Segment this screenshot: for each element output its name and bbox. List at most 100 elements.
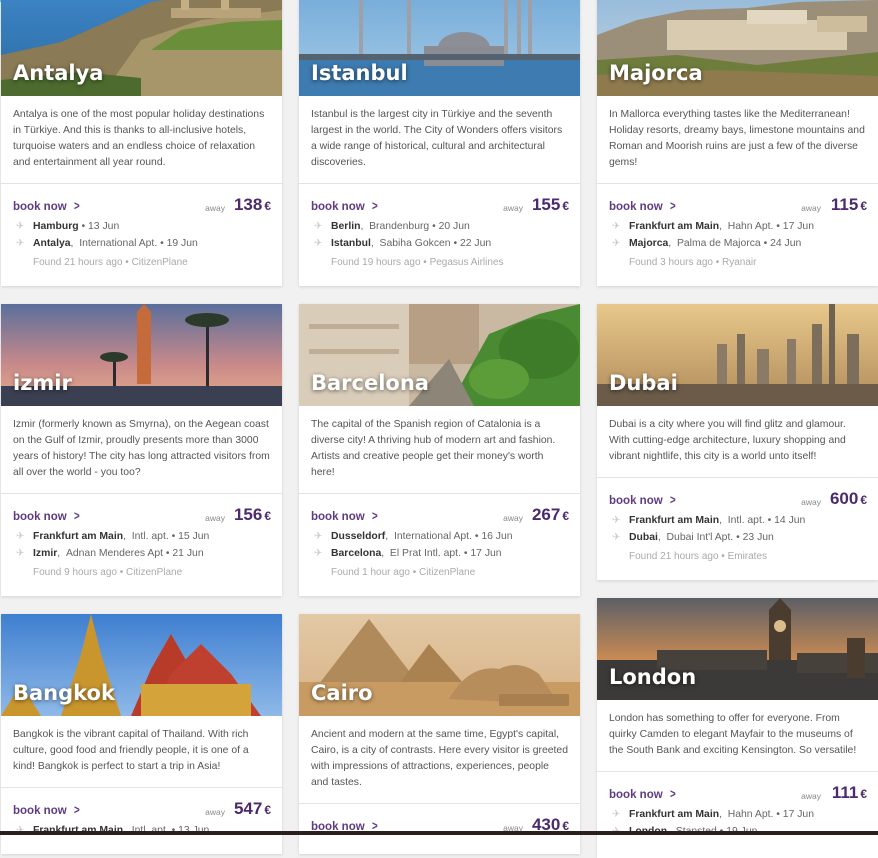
hero-image: Dubai: [597, 304, 878, 406]
leg-detail: Adnan Menderes Apt • 21 Jun: [65, 548, 204, 559]
leg-detail: Hahn Apt. • 17 Jun: [727, 221, 814, 232]
book-now-label: book now: [13, 805, 67, 817]
leg-detail: Dubai Int'l Apt. • 23 Jun: [666, 532, 774, 543]
destination-card-london[interactable]: London London has something to offer for…: [597, 598, 878, 858]
away-label: away: [503, 513, 523, 523]
city-name: Majorca: [609, 61, 703, 85]
destination-card-cairo[interactable]: Cairo Ancient and modern at the same tim…: [299, 614, 580, 854]
away-label: away: [801, 791, 821, 801]
divider: [1, 183, 282, 184]
city-description: Antalya is one of the most popular holid…: [13, 109, 265, 168]
leg-detail: Hahn Apt. • 17 Jun: [727, 809, 814, 820]
city-name: Dubai: [609, 371, 678, 395]
found-info: Found 3 hours ago • Ryanair: [629, 257, 757, 268]
price-row: book now > away 155 €: [311, 195, 569, 217]
plane-icon: ✈: [314, 531, 323, 542]
hero-image: Istanbul: [299, 0, 580, 96]
away-label: away: [205, 203, 225, 213]
destination-card-bangkok[interactable]: Bangkok Bangkok is the vibrant capital o…: [1, 614, 282, 854]
chevron-right-icon: >: [669, 786, 676, 801]
book-now-link[interactable]: book now >: [13, 802, 80, 817]
book-now-link[interactable]: book now >: [311, 508, 378, 523]
book-now-link[interactable]: book now >: [609, 786, 676, 801]
outbound-leg: ✈ Berlin, Brandenburg • 20 Jun: [314, 221, 470, 232]
currency: €: [264, 199, 271, 213]
price-value: 115: [830, 195, 859, 214]
leg-city: Frankfurt am Main: [629, 515, 720, 526]
price: 547 €: [234, 799, 271, 819]
plane-icon: ✈: [612, 809, 621, 820]
destination-card-dubai[interactable]: Dubai Dubai is a city where you will fin…: [597, 304, 878, 580]
city-description: In Mallorca everything tastes like the M…: [609, 109, 865, 168]
price: 155 €: [532, 195, 569, 215]
book-now-link[interactable]: book now >: [609, 198, 676, 213]
hero-image: izmir: [1, 304, 282, 406]
found-info: Found 19 hours ago • Pegasus Airlines: [331, 257, 504, 268]
outbound-leg: ✈ Frankfurt am Main, Hahn Apt. • 17 Jun: [612, 221, 814, 232]
leg-city: Hamburg: [33, 221, 79, 232]
city-description: The capital of the Spanish region of Cat…: [311, 419, 556, 478]
divider: [597, 477, 878, 478]
leg-city: Frankfurt am Main: [629, 809, 720, 820]
book-now-label: book now: [311, 201, 365, 213]
divider: [1, 493, 282, 494]
currency: €: [562, 509, 569, 523]
destination-card-majorca[interactable]: Majorca In Mallorca everything tastes li…: [597, 0, 878, 286]
outbound-leg: ✈ Frankfurt am Main, Intl. apt. • 14 Jun: [612, 515, 806, 526]
leg-city: Izmir: [33, 548, 58, 559]
return-leg: ✈ Majorca, Palma de Majorca • 24 Jun: [612, 238, 802, 249]
destination-card-barcelona[interactable]: Barcelona The capital of the Spanish reg…: [299, 304, 580, 596]
price-row: book now > away 111 €: [609, 783, 867, 805]
chevron-right-icon: >: [669, 198, 676, 213]
book-now-label: book now: [609, 495, 663, 507]
destination-card-antalya[interactable]: Antalya Antalya is one of the most popul…: [1, 0, 282, 286]
leg-detail: Brandenburg • 20 Jun: [369, 221, 470, 232]
plane-icon: ✈: [16, 531, 25, 542]
divider: [597, 183, 878, 184]
book-now-link[interactable]: book now >: [13, 198, 80, 213]
price-value: 155: [531, 195, 561, 214]
away-label: away: [801, 203, 821, 213]
return-leg: ✈ Antalya, International Apt. • 19 Jun: [16, 238, 198, 249]
leg-detail: Intl. apt. • 14 Jun: [727, 515, 806, 526]
leg-city: Istanbul: [331, 238, 371, 249]
leg-city: Dusseldorf: [331, 531, 386, 542]
divider: [597, 771, 878, 772]
hero-image: Bangkok: [1, 614, 282, 716]
book-now-label: book now: [609, 201, 663, 213]
destination-card-izmir[interactable]: izmir Izmir (formerly known as Smyrna), …: [1, 304, 282, 596]
return-leg: ✈ Izmir, Adnan Menderes Apt • 21 Jun: [16, 548, 204, 559]
book-now-label: book now: [13, 201, 67, 213]
price-row: book now > away 138 €: [13, 195, 271, 217]
hero-image: Majorca: [597, 0, 878, 96]
outbound-leg: ✈ Frankfurt am Main, Hahn Apt. • 17 Jun: [612, 809, 814, 820]
plane-icon: ✈: [612, 532, 621, 543]
plane-icon: ✈: [16, 238, 25, 249]
price: 111 €: [832, 783, 867, 803]
leg-detail: Intl. apt. • 15 Jun: [131, 531, 210, 542]
leg-detail: El Prat Intl. apt. • 17 Jun: [389, 548, 502, 559]
price: 115 €: [831, 195, 867, 215]
price-row: book now > away 115 €: [609, 195, 867, 217]
chevron-right-icon: >: [669, 492, 676, 507]
city-description: Izmir (formerly known as Smyrna), on the…: [13, 419, 270, 478]
hero-image: Antalya: [1, 0, 282, 96]
book-now-link[interactable]: book now >: [609, 492, 676, 507]
book-now-link[interactable]: book now >: [311, 198, 378, 213]
leg-city: Berlin: [331, 221, 361, 232]
destination-card-istanbul[interactable]: Istanbul Istanbul is the largest city in…: [299, 0, 580, 286]
price: 156 €: [234, 505, 271, 525]
book-now-link[interactable]: book now >: [13, 508, 80, 523]
hero-image: London: [597, 598, 878, 700]
city-description: Ancient and modern at the same time, Egy…: [311, 729, 568, 788]
return-leg: ✈ Dubai, Dubai Int'l Apt. • 23 Jun: [612, 532, 774, 543]
chevron-right-icon: >: [73, 802, 80, 817]
plane-icon: ✈: [612, 221, 621, 232]
city-name: Barcelona: [311, 371, 429, 395]
price-value: 138: [233, 195, 263, 214]
city-name: Bangkok: [13, 681, 115, 705]
book-now-label: book now: [13, 511, 67, 523]
divider: [1, 787, 282, 788]
plane-icon: ✈: [314, 548, 323, 559]
currency: €: [860, 493, 867, 507]
